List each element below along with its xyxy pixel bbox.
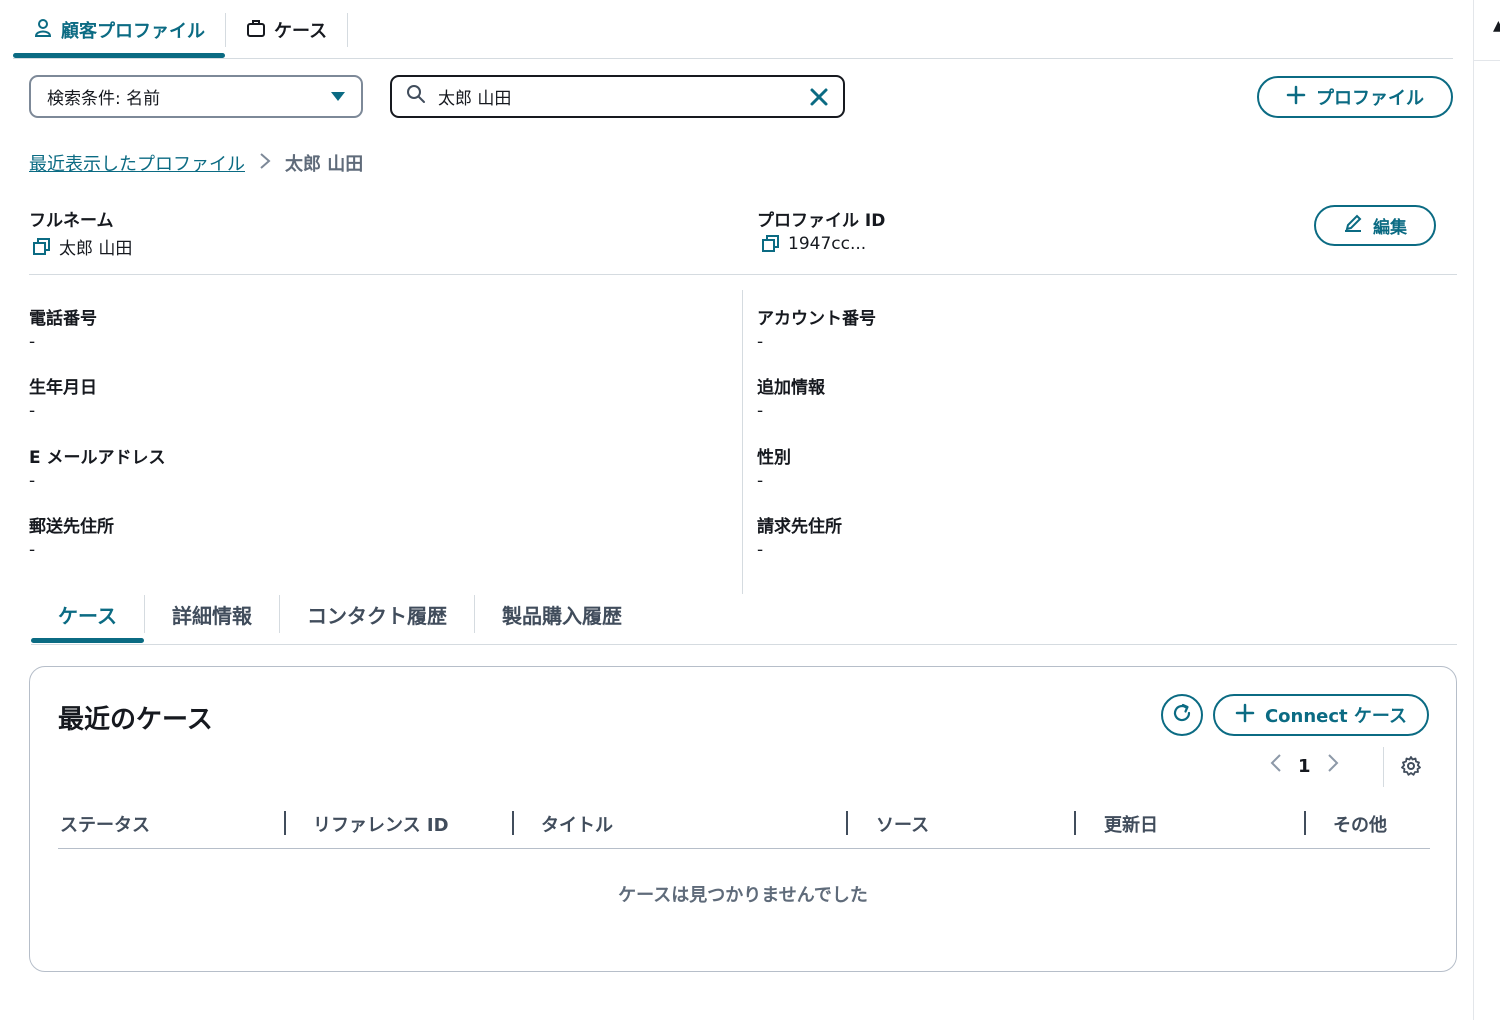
connect-case-button[interactable]: Connect ケース [1213, 694, 1429, 736]
column-resizer[interactable] [512, 811, 514, 835]
profile-id-label: プロファイル ID [757, 211, 886, 231]
cases-table-header: ステータス リファレンス ID タイトル ソース 更新日 その他 [58, 807, 1430, 849]
tab-customer-profile[interactable]: 顧客プロファイル [13, 10, 225, 58]
customer-profile-app: ▲ 顧客プロファイル ケース 検索条件: 名前 太郎 山田 プロファイル 最近表… [0, 0, 1500, 1020]
page-number[interactable]: 1 [1298, 756, 1311, 777]
full-name-label: フルネーム [29, 211, 114, 231]
profile-id-value-row: 1947cc... [762, 234, 866, 254]
copy-icon[interactable] [762, 235, 780, 253]
recent-cases-title: 最近のケース [58, 705, 213, 735]
billing-address-label: 請求先住所 [757, 517, 842, 537]
email-label: E メールアドレス [29, 448, 166, 468]
top-tab-bar: 顧客プロファイル ケース [13, 10, 349, 58]
section-tab-rule [31, 644, 1457, 645]
breadcrumb-recent-profiles-link[interactable]: 最近表示したプロファイル [29, 150, 245, 176]
profile-id-value: 1947cc... [788, 234, 867, 254]
gear-icon[interactable] [1400, 755, 1422, 781]
mailing-address-value: - [29, 540, 36, 560]
tab-cases-section[interactable]: ケース [31, 592, 144, 643]
phone-value: - [29, 332, 36, 352]
column-source[interactable]: ソース [876, 811, 929, 837]
connect-case-label: Connect ケース [1264, 706, 1408, 727]
account-number-label: アカウント番号 [757, 309, 876, 329]
breadcrumb-current: 太郎 山田 [285, 154, 364, 175]
column-resizer[interactable] [846, 811, 848, 835]
plus-icon [1235, 703, 1255, 728]
chevron-right-icon[interactable] [1327, 753, 1339, 779]
right-panel-divider [1473, 0, 1474, 1020]
refresh-icon [1171, 702, 1193, 728]
pager-divider [1383, 747, 1384, 787]
additional-info-value: - [757, 401, 764, 421]
briefcase-icon [246, 18, 266, 43]
phone-label: 電話番号 [29, 309, 97, 329]
copy-icon[interactable] [33, 237, 51, 256]
tab-label: 顧客プロファイル [61, 21, 205, 42]
account-number-value: - [757, 332, 764, 352]
right-panel-rule [1474, 60, 1500, 61]
pencil-icon [1343, 213, 1363, 238]
search-filter-select[interactable]: 検索条件: 名前 [29, 75, 363, 118]
breadcrumb: 最近表示したプロファイル 太郎 山田 [29, 150, 363, 176]
header-divider [29, 274, 1457, 275]
gender-label: 性別 [757, 448, 791, 468]
tab-divider [347, 13, 349, 47]
tab-details[interactable]: 詳細情報 [145, 592, 279, 636]
empty-cases-message: ケースは見つかりませんでした [618, 885, 868, 906]
right-panel-edge-icon[interactable]: ▲ [1493, 18, 1500, 34]
mailing-address-label: 郵送先住所 [29, 517, 114, 537]
tab-label: ケース [274, 21, 328, 42]
top-tab-rule [13, 58, 1453, 59]
tab-purchase-history[interactable]: 製品購入履歴 [475, 592, 649, 636]
user-icon [33, 18, 53, 43]
chevron-right-icon [259, 152, 271, 175]
full-name-value: 太郎 山田 [59, 239, 133, 259]
search-filter-value: 検索条件: 名前 [47, 89, 161, 109]
pagination: 1 [1270, 753, 1339, 779]
chevron-left-icon[interactable] [1270, 753, 1282, 779]
additional-info-label: 追加情報 [757, 378, 825, 398]
search-icon [406, 84, 426, 109]
search-input[interactable] [438, 86, 809, 107]
column-resizer[interactable] [1304, 811, 1306, 835]
column-status[interactable]: ステータス [60, 811, 150, 837]
billing-address-value: - [757, 540, 764, 560]
birthdate-value: - [29, 401, 36, 421]
birthdate-label: 生年月日 [29, 378, 97, 398]
refresh-button[interactable] [1161, 694, 1203, 736]
column-title[interactable]: タイトル [541, 811, 613, 837]
column-resizer[interactable] [284, 811, 286, 835]
column-other[interactable]: その他 [1333, 811, 1387, 837]
full-name-value-row: 太郎 山田 [33, 234, 132, 259]
column-divider [742, 290, 743, 594]
column-resizer[interactable] [1074, 811, 1076, 835]
clear-icon[interactable] [809, 87, 829, 107]
tab-contact-history[interactable]: コンタクト履歴 [280, 592, 474, 636]
email-value: - [29, 471, 36, 491]
gender-value: - [757, 471, 764, 491]
search-field[interactable] [390, 75, 845, 118]
caret-down-icon [331, 92, 345, 101]
column-reference-id[interactable]: リファレンス ID [313, 811, 449, 837]
section-tab-bar: ケース 詳細情報 コンタクト履歴 製品購入履歴 [31, 592, 649, 644]
add-profile-label: プロファイル [1316, 88, 1424, 109]
edit-label: 編集 [1373, 218, 1407, 238]
edit-button[interactable]: 編集 [1314, 205, 1436, 246]
plus-icon [1286, 85, 1306, 110]
recent-cases-card: 最近のケース Connect ケース 1 ステータス リファレンス ID タイト… [29, 666, 1457, 972]
tab-cases[interactable]: ケース [226, 10, 347, 50]
add-profile-button[interactable]: プロファイル [1257, 76, 1453, 118]
column-updated-date[interactable]: 更新日 [1104, 811, 1158, 837]
